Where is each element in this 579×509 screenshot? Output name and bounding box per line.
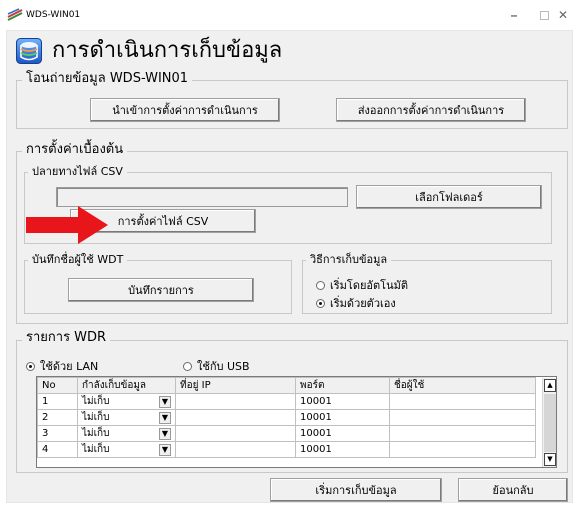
cell-user[interactable] — [389, 409, 536, 426]
radio-indicator — [26, 361, 35, 371]
table-scrollbar[interactable]: ▲ ▼ — [542, 378, 556, 467]
usb-label: ใช้กับ USB — [197, 360, 250, 373]
import-settings-button[interactable]: นำเข้าการตั้งค่าการดำเนินการ — [90, 98, 280, 122]
page-title: การดำเนินการเก็บข้อมูล — [52, 38, 283, 63]
collecting-value: ไม่เก็บ — [82, 412, 110, 423]
column-header-port: พอร์ต — [295, 377, 390, 394]
cell-collecting[interactable]: ไม่เก็บ ▼ — [77, 441, 176, 458]
export-settings-button[interactable]: ส่งออกการตั้งค่าการดำเนินการ — [336, 98, 526, 122]
window-titlebar — [0, 0, 579, 30]
back-button[interactable]: ย้อนกลับ — [458, 478, 568, 502]
window-title: WDS-WIN01 — [26, 10, 81, 20]
column-header-ip: ที่อยู่ IP — [175, 377, 296, 394]
table-row[interactable]: 3 ไม่เก็บ ▼ 10001 — [37, 425, 536, 442]
table-row[interactable]: 1 ไม่เก็บ ▼ 10001 — [37, 393, 536, 410]
red-arrow-icon — [26, 206, 108, 244]
data-collection-icon — [16, 38, 42, 64]
collection-method-legend: วิธีการเก็บข้อมูล — [306, 252, 392, 268]
basic-settings-legend: การตั้งค่าเบื้องต้น — [22, 142, 128, 158]
cell-port[interactable]: 10001 — [295, 441, 390, 458]
cell-port[interactable]: 10001 — [295, 393, 390, 410]
app-icon — [7, 8, 23, 22]
auto-start-radio[interactable]: เริ่มโดยอัตโนมัติ — [316, 276, 408, 294]
cell-port[interactable]: 10001 — [295, 425, 390, 442]
cell-user[interactable] — [389, 441, 536, 458]
cell-ip[interactable] — [175, 441, 296, 458]
cell-no: 2 — [37, 409, 78, 426]
scroll-down-icon[interactable]: ▼ — [544, 453, 556, 466]
cell-no: 4 — [37, 441, 78, 458]
cell-port[interactable]: 10001 — [295, 409, 390, 426]
cell-ip[interactable] — [175, 393, 296, 410]
collecting-value: ไม่เก็บ — [82, 396, 110, 407]
cell-ip[interactable] — [175, 425, 296, 442]
radio-indicator — [183, 361, 192, 371]
collecting-value: ไม่เก็บ — [82, 444, 110, 455]
lan-radio[interactable]: ใช้ด้วย LAN — [26, 357, 98, 375]
cell-no: 3 — [37, 425, 78, 442]
dropdown-arrow-icon[interactable]: ▼ — [159, 411, 171, 424]
cell-user[interactable] — [389, 425, 536, 442]
csv-path-field[interactable] — [56, 187, 348, 207]
csv-destination-legend: ปลายทางไฟล์ CSV — [28, 164, 127, 180]
dropdown-arrow-icon[interactable]: ▼ — [159, 395, 171, 408]
start-collection-button[interactable]: เริ่มการเก็บข้อมูล — [270, 478, 442, 502]
column-header-user: ชื่อผู้ใช้ — [389, 377, 536, 394]
auto-start-label: เริ่มโดยอัตโนมัติ — [330, 279, 408, 292]
radio-indicator — [316, 298, 325, 308]
radio-indicator — [316, 280, 325, 290]
cell-collecting[interactable]: ไม่เก็บ ▼ — [77, 393, 176, 410]
cell-collecting[interactable]: ไม่เก็บ ▼ — [77, 409, 176, 426]
log-entries-button[interactable]: บันทึกรายการ — [68, 278, 254, 302]
collecting-value: ไม่เก็บ — [82, 428, 110, 439]
table-row[interactable]: 4 ไม่เก็บ ▼ 10001 — [37, 441, 536, 458]
scrollbar-thumb[interactable] — [544, 394, 556, 452]
close-button[interactable]: ✕ — [545, 0, 579, 30]
scroll-up-icon[interactable]: ▲ — [544, 379, 556, 392]
wdr-list-legend: รายการ WDR — [22, 330, 111, 346]
lan-label: ใช้ด้วย LAN — [40, 360, 99, 373]
dropdown-arrow-icon[interactable]: ▼ — [159, 427, 171, 440]
cell-ip[interactable] — [175, 409, 296, 426]
column-header-collecting: กำลังเก็บข้อมูล — [77, 377, 176, 394]
cell-no: 1 — [37, 393, 78, 410]
wdt-user-log-legend: บันทึกชื่อผู้ใช้ WDT — [28, 252, 128, 268]
cell-collecting[interactable]: ไม่เก็บ ▼ — [77, 425, 176, 442]
wdr-table[interactable]: No กำลังเก็บข้อมูล ที่อยู่ IP พอร์ต ชื่อ… — [36, 376, 557, 468]
transfer-group-legend: โอนถ่ายข้อมูล WDS-WIN01 — [22, 71, 193, 87]
table-header-row: No กำลังเก็บข้อมูล ที่อยู่ IP พอร์ต ชื่อ… — [37, 377, 536, 394]
manual-start-label: เริ่มด้วยตัวเอง — [330, 297, 396, 310]
dropdown-arrow-icon[interactable]: ▼ — [159, 443, 171, 456]
cell-user[interactable] — [389, 393, 536, 410]
column-header-no: No — [37, 377, 78, 394]
wdr-grid: No กำลังเก็บข้อมูล ที่อยู่ IP พอร์ต ชื่อ… — [37, 377, 536, 458]
manual-start-radio[interactable]: เริ่มด้วยตัวเอง — [316, 294, 396, 312]
usb-radio[interactable]: ใช้กับ USB — [183, 357, 250, 375]
table-row[interactable]: 2 ไม่เก็บ ▼ 10001 — [37, 409, 536, 426]
select-folder-button[interactable]: เลือกโฟลเดอร์ — [356, 185, 542, 209]
